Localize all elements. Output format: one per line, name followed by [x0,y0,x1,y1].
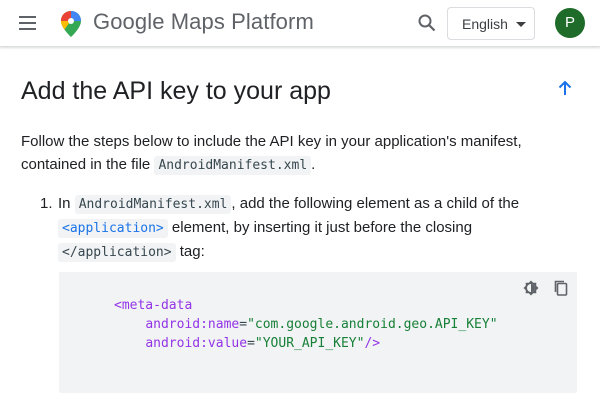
top-header: Google Maps Platform English P [0,0,600,47]
application-tag-link[interactable]: <application> [58,219,168,238]
code-attr-name: android:name [145,317,240,332]
caret-down-icon [516,22,526,27]
search-icon[interactable] [417,13,437,33]
code-line-1: <meta-data [114,298,193,313]
code-attr-value: android:value [145,336,248,351]
code-value-key: "YOUR_API_KEY" [254,336,365,351]
copy-icon[interactable] [553,280,569,296]
language-label: English [462,16,508,32]
theme-toggle-icon[interactable] [523,280,539,296]
manifest-filename-code: AndroidManifest.xml [154,156,312,175]
manifest-code: AndroidManifest.xml [74,195,232,214]
step-text: In AndroidManifest.xml, add the followin… [58,195,520,262]
code-block: <meta-data android:name="com.google.andr… [59,272,577,393]
step-number: 1. [40,195,53,212]
arrow-up-icon[interactable] [556,79,574,97]
language-select[interactable]: English [447,7,535,40]
closing-application-code: </application> [58,243,176,262]
code-value-name: "com.google.android.geo.API_KEY" [247,317,498,332]
code-content: <meta-data android:name="com.google.andr… [114,298,498,351]
menu-icon[interactable] [18,14,38,32]
avatar[interactable]: P [555,8,585,38]
page-title: Add the API key to your app [21,77,331,105]
maps-pin-logo[interactable] [60,10,82,38]
brand-title[interactable]: Google Maps Platform [93,9,314,35]
intro-paragraph: Follow the steps below to include the AP… [21,133,522,175]
